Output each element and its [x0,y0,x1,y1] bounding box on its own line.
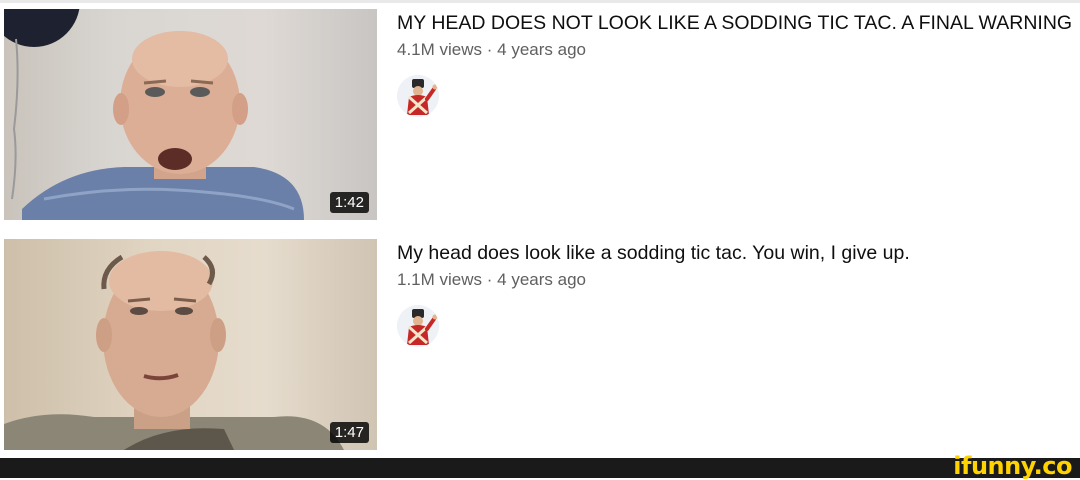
duration-badge-1: 1:42 [329,192,369,213]
top-divider [0,0,1080,3]
video-result-1[interactable]: 1:42 MY HEAD DOES NOT LOOK LIKE A SODDIN… [0,9,1080,221]
channel-avatar-1[interactable] [397,75,439,117]
thumbnail-image-2 [4,251,344,450]
meta-separator-2: · [486,270,493,289]
footer-bar: ifunny.co [0,452,1080,480]
video-thumbnail-2[interactable]: 1:47 [4,239,377,450]
soldier-avatar-icon [397,75,439,117]
video-thumbnail-1[interactable]: 1:42 [4,9,377,220]
video-meta-1: 4.1M views · 4 years ago [397,40,586,60]
video-title-2[interactable]: My head does look like a sodding tic tac… [397,241,1067,265]
soldier-avatar-icon [397,305,439,347]
video-title-1[interactable]: MY HEAD DOES NOT LOOK LIKE A SODDING TIC… [397,11,1072,35]
video-meta-2: 1.1M views · 4 years ago [397,270,586,290]
duration-badge-2: 1:47 [329,422,369,443]
upload-age-1: 4 years ago [497,40,587,59]
thumbnail-image-1 [4,9,304,220]
view-count-1: 4.1M views [397,40,483,59]
upload-age-2: 4 years ago [497,270,587,289]
channel-avatar-2[interactable] [397,305,439,347]
meta-separator-1: · [486,40,493,59]
view-count-2: 1.1M views [397,270,483,289]
ifunny-watermark: ifunny.co [953,452,1072,480]
video-result-2[interactable]: 1:47 My head does look like a sodding ti… [0,239,1080,451]
